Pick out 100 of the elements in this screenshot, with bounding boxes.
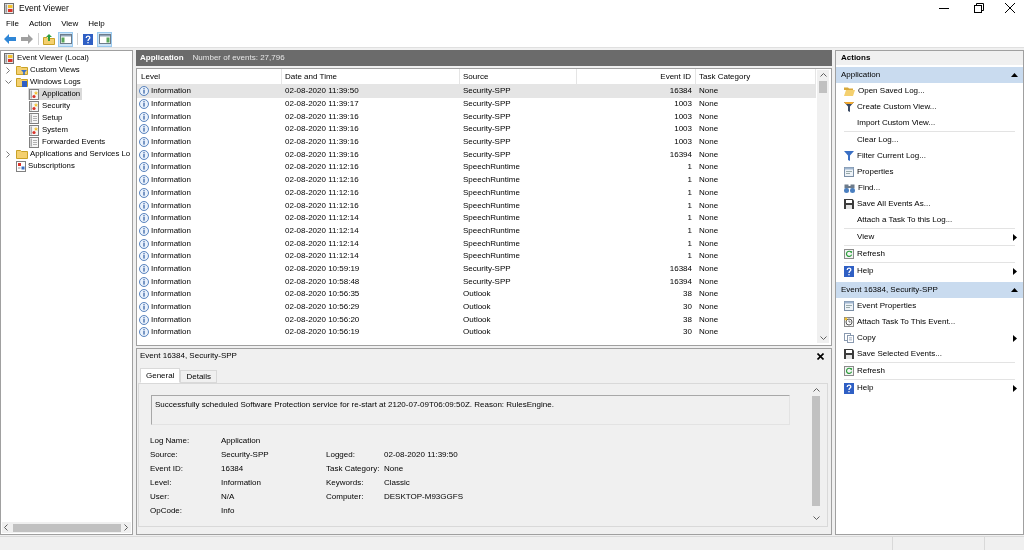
collapse-arrow-icon[interactable]	[1011, 73, 1018, 77]
table-cell: 1	[687, 163, 692, 172]
chevron-down-icon[interactable]	[4, 80, 12, 84]
table-row[interactable]: Information 02-08-2020 11:39:50 Security-SPP 16384 None	[137, 85, 816, 98]
command-link[interactable]: Attach a Task To this Log...	[836, 212, 1023, 228]
table-cell: Security-SPP	[463, 125, 511, 134]
panel-icon	[59, 34, 72, 44]
command-link[interactable]: Help	[836, 263, 1023, 279]
window-icon	[844, 167, 854, 177]
toolbar-button[interactable]	[41, 31, 56, 47]
table-cell: 1	[687, 226, 692, 235]
scroll-down-icon	[819, 336, 827, 340]
command-link[interactable]: Properties	[836, 164, 1023, 180]
collapse-arrow-icon[interactable]	[1011, 288, 1018, 292]
scrollbar-thumb[interactable]	[812, 396, 820, 506]
command-link[interactable]: Save All Events As...	[836, 196, 1023, 212]
command-link[interactable]: Event Properties	[836, 298, 1023, 314]
command-link[interactable]: Import Custom View...	[836, 115, 1023, 131]
scroll-left-icon	[4, 524, 8, 531]
table-cell: None	[699, 239, 719, 248]
scrollbar-thumb[interactable]	[819, 81, 827, 93]
table-cell: None	[699, 87, 719, 96]
info-icon	[139, 175, 149, 186]
table-cell: 16394	[669, 277, 692, 286]
scroll-down-icon	[812, 516, 820, 520]
table-cell: Information	[151, 239, 192, 248]
command-link[interactable]: Open Saved Log...	[836, 83, 1023, 99]
menu-item[interactable]: File	[1, 16, 24, 31]
table-cell: 38	[683, 290, 692, 299]
command-link[interactable]: Clear Log...	[836, 132, 1023, 148]
event-count: Number of events: 27,796	[192, 54, 285, 62]
horizontal-scrollbar[interactable]	[2, 522, 131, 533]
table-cell: None	[699, 264, 719, 273]
section-header[interactable]: Application	[836, 67, 1023, 83]
table-cell: 02-08-2020 10:56:35	[285, 290, 360, 299]
section-header[interactable]: Event 16384, Security-SPP	[836, 282, 1023, 298]
command-link[interactable]: Filter Current Log...	[836, 148, 1023, 164]
chevron-right-icon[interactable]	[6, 150, 10, 158]
close-button[interactable]	[816, 351, 825, 361]
info-icon	[139, 86, 149, 97]
command-link[interactable]: Save Selected Events...	[836, 346, 1023, 362]
table-cell: Information	[151, 188, 192, 197]
scroll-right-icon	[124, 524, 128, 531]
field-label: Level:	[150, 478, 172, 487]
field-value: 02-08-2020 11:39:50	[384, 450, 458, 459]
menu-item[interactable]: View	[56, 16, 84, 31]
arrow-right-icon	[20, 34, 33, 44]
field-value: Info	[221, 506, 235, 515]
table-cell: Security-SPP	[463, 112, 511, 121]
binoculars-icon	[844, 183, 855, 193]
toolbar-button[interactable]	[58, 31, 73, 47]
table-cell: Information	[151, 226, 192, 235]
table-cell: 02-08-2020 11:12:14	[285, 226, 359, 235]
table-cell: 1	[687, 188, 692, 197]
table-cell: None	[699, 125, 719, 134]
command-link[interactable]: Refresh	[836, 246, 1023, 262]
table-cell: None	[699, 100, 719, 109]
table-cell: 02-08-2020 11:39:16	[285, 138, 359, 147]
vertical-scrollbar[interactable]	[817, 70, 829, 343]
tab[interactable]: Details	[180, 370, 217, 383]
command-link[interactable]: Create Custom View...	[836, 99, 1023, 115]
toolbar-button[interactable]	[97, 31, 112, 47]
info-icon	[139, 200, 149, 211]
table-cell: 02-08-2020 11:12:14	[285, 214, 359, 223]
table-cell: SpeechRuntime	[463, 239, 520, 248]
table-cell: 02-08-2020 11:12:16	[285, 163, 359, 172]
table-cell: 1	[687, 201, 692, 210]
tab[interactable]: General	[140, 368, 181, 383]
command-link[interactable]: Help	[836, 380, 1023, 396]
scroll-up-icon	[819, 73, 827, 77]
log-icon	[29, 112, 39, 124]
table-cell: Information	[151, 328, 192, 337]
menu-item[interactable]: Help	[83, 16, 110, 31]
scrollbar-thumb[interactable]	[13, 523, 121, 532]
field-value: DESKTOP-M93GGFS	[384, 492, 463, 501]
table-cell: 02-08-2020 11:12:16	[285, 176, 359, 185]
minimize-icon	[938, 7, 949, 9]
chevron-right-icon[interactable]	[6, 66, 10, 74]
log-icon	[29, 88, 39, 100]
table-cell: 02-08-2020 11:39:16	[285, 112, 359, 121]
command-link[interactable]: Find...	[836, 180, 1023, 196]
command-link[interactable]: Refresh	[836, 363, 1023, 379]
message-field[interactable]: Successfully scheduled Software Protection service for re-start at 2120-07-09T06:09:50Z. Reason: RulesEngine.	[151, 395, 790, 425]
menu-item[interactable]: Action	[23, 16, 57, 31]
table-cell: Outlook	[463, 328, 491, 337]
command-link[interactable]: Copy	[836, 330, 1023, 346]
table-cell: 02-08-2020 11:39:17	[285, 100, 359, 109]
table-cell: None	[699, 252, 719, 261]
table-cell: 02-08-2020 10:56:19	[285, 328, 360, 337]
table-cell: Security-SPP	[463, 87, 511, 96]
command-link[interactable]: Attach Task To This Event...	[836, 314, 1023, 330]
command-link[interactable]: View	[836, 229, 1023, 245]
vertical-scrollbar[interactable]	[810, 385, 822, 523]
toolbar-button[interactable]	[80, 31, 95, 47]
table-cell: None	[699, 290, 719, 299]
info-icon	[139, 213, 149, 224]
details-title: Event 16384, Security-SPP	[140, 352, 237, 360]
field-label: OpCode:	[150, 506, 183, 515]
info-icon	[139, 302, 149, 313]
field-label: Log Name:	[150, 436, 190, 445]
